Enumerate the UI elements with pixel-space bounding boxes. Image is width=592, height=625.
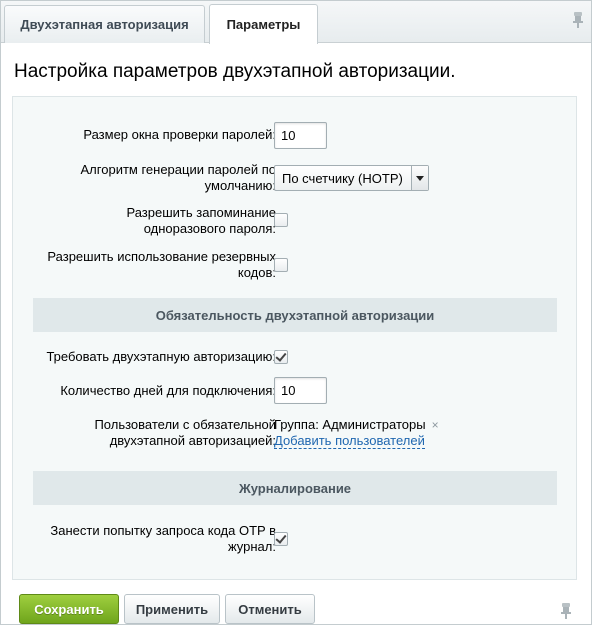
tab-parameters[interactable]: Параметры bbox=[209, 4, 318, 44]
days-label: Количество дней для подключения: bbox=[60, 383, 276, 398]
algorithm-label: Алгоритм генерации паролей по умолчанию: bbox=[80, 162, 276, 193]
settings-window: Двухэтапная авторизация Параметры Настро… bbox=[0, 0, 592, 625]
dropdown-arrow-icon[interactable] bbox=[411, 166, 428, 190]
window-size-label: Размер окна проверки паролей: bbox=[83, 127, 276, 142]
remember-otp-label: Разрешить запоминание одноразового парол… bbox=[126, 205, 276, 236]
window-size-input[interactable]: 10 bbox=[274, 122, 327, 149]
add-users-link[interactable]: Добавить пользователей bbox=[274, 433, 425, 449]
page-title: Настройка параметров двухэтапной авториз… bbox=[14, 61, 456, 82]
algorithm-select[interactable]: По счетчику (HOTP) bbox=[274, 165, 429, 191]
tab-two-step-auth[interactable]: Двухэтапная авторизация bbox=[4, 5, 205, 43]
days-input[interactable]: 10 bbox=[274, 377, 327, 404]
require-checkbox[interactable] bbox=[274, 350, 288, 364]
save-button[interactable]: Сохранить bbox=[19, 594, 119, 624]
pin-icon[interactable] bbox=[561, 603, 571, 619]
log-otp-label: Занести попытку запроса кода OTP в журна… bbox=[50, 523, 276, 554]
require-label: Требовать двухэтапную авторизацию: bbox=[46, 349, 276, 364]
backup-codes-label: Разрешить использование резервных кодов: bbox=[47, 249, 276, 280]
settings-panel: Размер окна проверки паролей: 10 Алгорит… bbox=[12, 96, 577, 580]
remember-otp-checkbox[interactable] bbox=[274, 213, 288, 227]
section-logging-header: Журналирование bbox=[33, 471, 557, 505]
log-otp-checkbox[interactable] bbox=[274, 532, 288, 546]
tab-bar: Двухэтапная авторизация Параметры bbox=[1, 1, 591, 44]
group-entry: Группа: Администраторы × bbox=[274, 417, 439, 432]
pin-icon[interactable] bbox=[573, 12, 583, 28]
backup-codes-checkbox[interactable] bbox=[274, 258, 288, 272]
apply-button[interactable]: Применить bbox=[124, 594, 220, 624]
footer-actions: Сохранить Применить Отменить bbox=[1, 591, 591, 624]
cancel-button[interactable]: Отменить bbox=[225, 594, 315, 624]
section-mandatory-header: Обязательность двухэтапной авторизации bbox=[33, 298, 557, 332]
remove-icon[interactable]: × bbox=[432, 418, 439, 432]
users-label: Пользователи с обязательной двухэтапной … bbox=[94, 417, 276, 448]
